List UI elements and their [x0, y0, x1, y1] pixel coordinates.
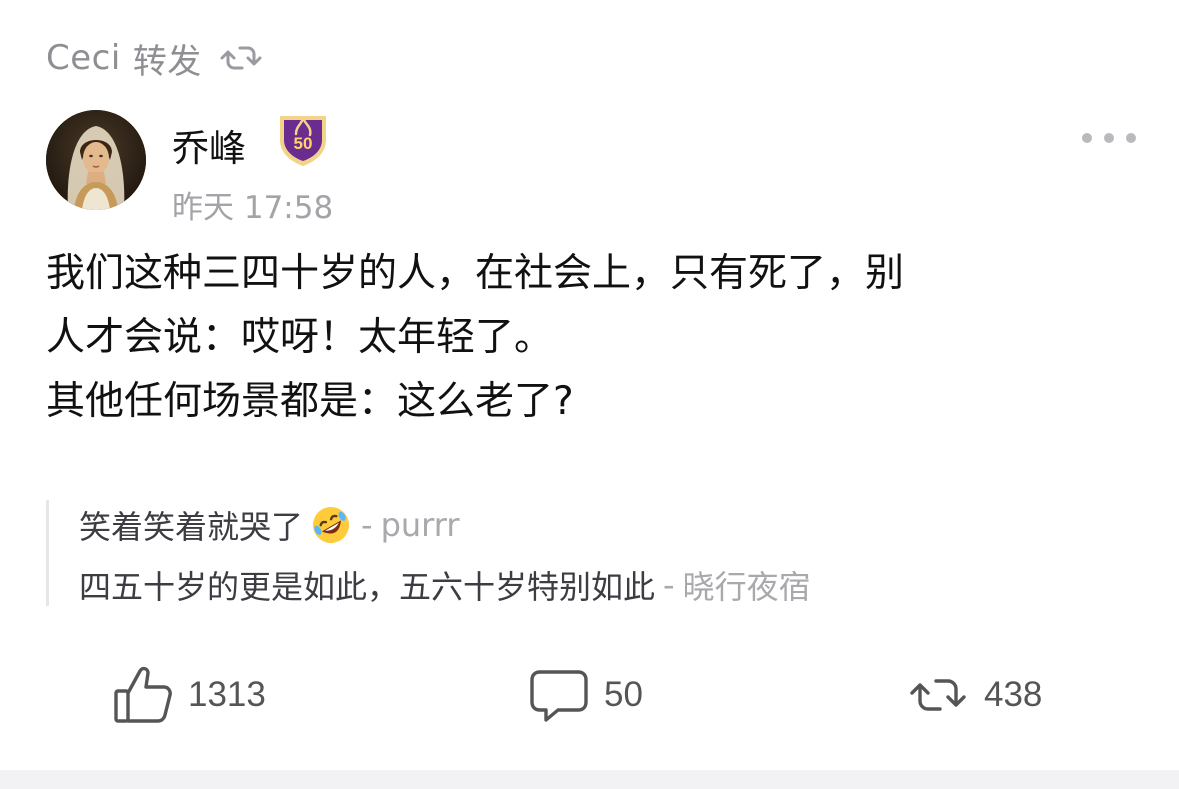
repost-button[interactable]: 438 [906, 655, 1042, 735]
thumbs-up-icon [114, 666, 172, 723]
level-number: 50 [293, 134, 313, 153]
comment-author[interactable]: 晓行夜宿 [683, 562, 811, 608]
bottom-divider [0, 770, 1179, 789]
like-button[interactable]: 1313 [112, 655, 266, 735]
post-line: 其他任何场景都是：这么老了? [46, 379, 574, 424]
repost-action-label: 转发 [132, 41, 202, 82]
avatar[interactable] [46, 110, 146, 210]
rolling-on-floor-laughing-emoji [309, 503, 353, 547]
author-name[interactable]: 乔峰 [172, 118, 246, 172]
repost-count: 438 [984, 675, 1043, 714]
action-bar: 1313 50 438 [0, 655, 1179, 735]
comment-item[interactable]: 笑着笑着就哭了 - purrr [79, 502, 460, 548]
repost-icon [218, 38, 264, 78]
more-dot [1082, 133, 1092, 143]
comment-preview-list[interactable]: 笑着笑着就哭了 - purrr 四五十岁的更是如此，五六十岁特别如此 - 晓行夜… [46, 500, 1049, 606]
author-row: 乔峰 50 昨天 17:58 [46, 110, 1136, 226]
comment-item[interactable]: 四五十岁的更是如此，五六十岁特别如此 - 晓行夜宿 [79, 562, 811, 608]
repost-header[interactable]: Ceci 转发 [46, 30, 264, 86]
like-count: 1313 [188, 675, 266, 714]
comment-count: 50 [604, 675, 643, 714]
comment-separator: - [663, 566, 675, 604]
comment-separator: - [361, 506, 373, 544]
more-options-button[interactable] [1082, 118, 1136, 158]
comment-button[interactable]: 50 [528, 655, 643, 735]
level-badge[interactable]: 50 [274, 110, 332, 168]
more-dot [1126, 133, 1136, 143]
comment-bubble-icon [530, 670, 588, 722]
post-line: 人才会说：哎呀！太年轻了。 [46, 315, 554, 360]
repost-icon [910, 679, 966, 711]
repost-user[interactable]: Ceci [46, 38, 121, 78]
post-timestamp: 昨天 17:58 [172, 190, 334, 226]
comment-author[interactable]: purrr [381, 506, 460, 544]
post-body[interactable]: 我们这种三四十岁的人，在社会上，只有死了，别 人才会说：哎呀！太年轻了。 其他任… [46, 242, 1146, 434]
more-dot [1104, 133, 1114, 143]
weibo-post-card: Ceci 转发 乔峰 50 昨天 17:58 我们这种三四十岁的人，在社会上，只… [0, 0, 1179, 789]
comment-text: 笑着笑着就哭了 [79, 508, 304, 546]
comment-text: 四五十岁的更是如此，五六十岁特别如此 [79, 568, 656, 606]
post-line: 我们这种三四十岁的人，在社会上，只有死了，别 [46, 251, 905, 296]
